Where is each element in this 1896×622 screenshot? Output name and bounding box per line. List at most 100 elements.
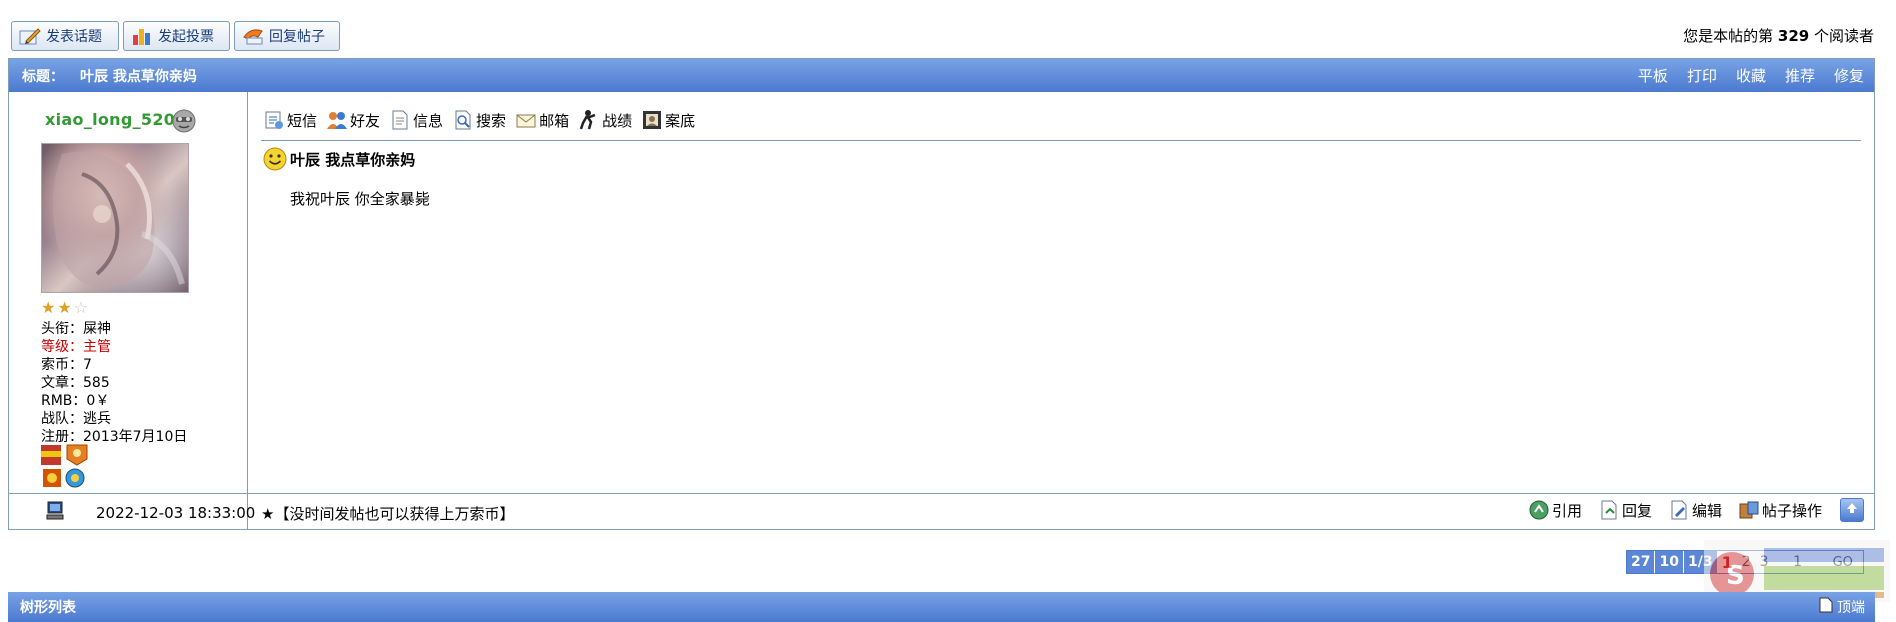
user-team-line: 战队：逃兵 <box>41 410 187 428</box>
reader-count-number: 329 <box>1777 27 1810 45</box>
tree-list-title: 树形列表 <box>20 600 76 616</box>
new-poll-label: 发起投票 <box>158 29 214 45</box>
user-coins-value: 7 <box>83 357 92 373</box>
user-info: 头衔：屎神 等级：主管 索币：7 文章：585 RMB：0￥ 战队：逃兵 注册：… <box>41 320 187 446</box>
reply-doc-icon <box>1598 499 1620 521</box>
soldier-icon <box>578 109 600 131</box>
user-rmb-label: RMB： <box>41 393 87 409</box>
star-empty-icon: ☆ <box>73 298 89 317</box>
post-actions: 引用 回复 编辑 帖子操作 <box>1512 498 1864 522</box>
post-title: 叶辰 我点草你亲妈 <box>263 147 415 171</box>
user-coins-label: 索币： <box>41 357 83 373</box>
signature-link[interactable]: ★【没时间发帖也可以获得上万索币】 <box>261 503 514 524</box>
mail-label: 邮箱 <box>539 111 570 130</box>
user-register-value: 2013年7月10日 <box>83 429 188 445</box>
sms-label: 短信 <box>287 111 318 130</box>
edit-icon <box>1668 499 1690 521</box>
user-posts-label: 文章： <box>41 375 83 391</box>
pencil-icon <box>18 25 42 47</box>
quote-label: 引用 <box>1551 501 1582 520</box>
friend-action[interactable]: 好友 <box>326 109 380 131</box>
reply-button[interactable]: 回复 <box>1598 499 1652 521</box>
favorite-link[interactable]: 收藏 <box>1736 65 1766 86</box>
search-icon <box>452 109 474 131</box>
user-title-value: 屎神 <box>83 321 111 337</box>
user-team-label: 战队： <box>41 411 83 427</box>
file-action[interactable]: 案底 <box>641 109 695 131</box>
reply-icon <box>241 25 265 47</box>
user-rank-value: 主管 <box>83 339 111 355</box>
user-rmb-value: 0￥ <box>86 393 110 409</box>
tree-list-header: 树形列表 顶端 <box>8 592 1875 622</box>
post-ops-label: 帖子操作 <box>1761 501 1822 520</box>
reader-count-suffix: 个阅读者 <box>1813 27 1874 45</box>
tools-icon <box>1738 499 1760 521</box>
post-title-text: 叶辰 我点草你亲妈 <box>290 150 416 169</box>
column-divider <box>247 92 248 530</box>
repair-link[interactable]: 修复 <box>1834 65 1864 86</box>
post-header: 标题： 叶辰 我点草你亲妈 平板 打印 收藏 推荐 修复 <box>9 59 1874 92</box>
mail-action[interactable]: 邮箱 <box>515 109 569 131</box>
reader-count-prefix: 您是本帖的第 <box>1683 27 1774 45</box>
reply-post-button[interactable]: 回复帖子 <box>234 21 340 51</box>
search-action[interactable]: 搜索 <box>452 109 506 131</box>
arrow-up-icon <box>1845 501 1859 519</box>
back-to-top-button[interactable] <box>1840 498 1864 522</box>
post-ops-button[interactable]: 帖子操作 <box>1738 499 1822 521</box>
recommend-link[interactable]: 推荐 <box>1785 65 1815 86</box>
smiley-icon <box>263 147 287 171</box>
user-coins-line: 索币：7 <box>41 356 187 374</box>
edit-label: 编辑 <box>1691 501 1722 520</box>
search-label: 搜索 <box>476 111 507 130</box>
reply-label: 回复 <box>1621 501 1652 520</box>
content-separator <box>261 140 1861 141</box>
new-poll-button[interactable]: 发起投票 <box>123 21 230 51</box>
user-action-bar: 短信 好友 信息 搜索 邮箱 战绩 案底 <box>263 109 704 131</box>
film-icon <box>641 109 663 131</box>
pager-per-page: 10 <box>1655 551 1684 573</box>
user-title-label: 头衔： <box>41 321 83 337</box>
computer-icon <box>45 500 65 522</box>
friend-label: 好友 <box>350 111 381 130</box>
svg-text:S: S <box>1726 561 1745 591</box>
user-title-line: 头衔：屎神 <box>41 320 187 338</box>
reader-count: 您是本帖的第 329 个阅读者 <box>1683 25 1874 46</box>
post-title-label: 标题： <box>22 68 64 85</box>
new-topic-button[interactable]: 发表话题 <box>11 21 119 51</box>
tree-list-top-link[interactable]: 顶端 <box>1819 597 1865 617</box>
post-body: 我祝叶辰 你全家暴毙 <box>290 190 430 208</box>
tree-list-top-label: 顶端 <box>1837 600 1865 616</box>
message-icon <box>263 109 285 131</box>
star-filled-icon: ★ <box>57 298 72 317</box>
user-avatar[interactable] <box>41 143 189 293</box>
mail-icon <box>515 109 537 131</box>
print-link[interactable]: 打印 <box>1687 65 1717 86</box>
tablet-link[interactable]: 平板 <box>1638 65 1668 86</box>
user-stars: ★ ★ ☆ <box>41 300 90 316</box>
reply-post-label: 回复帖子 <box>269 29 325 45</box>
document-icon <box>1819 597 1833 617</box>
user-posts-value: 585 <box>83 375 110 391</box>
bar-chart-icon <box>130 25 154 47</box>
info-action[interactable]: 信息 <box>389 109 443 131</box>
record-label: 战绩 <box>602 111 633 130</box>
edit-button[interactable]: 编辑 <box>1668 499 1722 521</box>
document-icon <box>389 109 411 131</box>
post-header-links: 平板 打印 收藏 推荐 修复 <box>1619 59 1864 92</box>
record-action[interactable]: 战绩 <box>578 109 632 131</box>
medals-icon <box>39 443 95 489</box>
post-header-title: 叶辰 我点草你亲妈 <box>80 68 197 85</box>
info-label: 信息 <box>413 111 444 130</box>
username[interactable]: xiao_long_520 <box>45 110 175 129</box>
pager-total: 27 <box>1627 551 1656 573</box>
post-container: 标题： 叶辰 我点草你亲妈 平板 打印 收藏 推荐 修复 xiao_long_5… <box>8 58 1875 530</box>
sms-action[interactable]: 短信 <box>263 109 317 131</box>
user-rank-label: 等级： <box>41 339 83 355</box>
offline-status-icon <box>171 108 197 134</box>
user-rank-line: 等级：主管 <box>41 338 187 356</box>
user-team-value: 逃兵 <box>83 411 111 427</box>
user-posts-line: 文章：585 <box>41 374 187 392</box>
quote-button[interactable]: 引用 <box>1528 499 1582 521</box>
file-label: 案底 <box>665 111 696 130</box>
new-topic-label: 发表话题 <box>46 29 102 45</box>
